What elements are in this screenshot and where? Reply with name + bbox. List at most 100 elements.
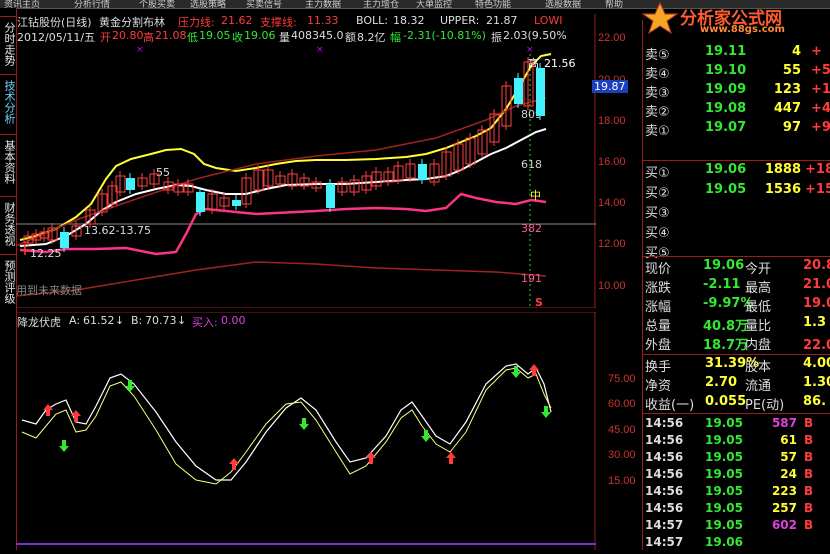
left-tab-bar: 分时走势技术分析基本资料财务透视预测评级 (0, 8, 17, 550)
buy-arrow-icon (229, 458, 239, 470)
tick-time: 14:56 (645, 450, 684, 464)
buy-arrow-icon (366, 452, 376, 464)
price-chart[interactable]: 809 618 382 191 中 55 13.62-13.75 12.25 高 21.56 用到未… (15, 14, 596, 329)
indicator-chart[interactable] (16, 311, 596, 550)
buy-label: 买入: (192, 316, 218, 329)
tick-price: 19.05 (705, 416, 743, 430)
tab-4[interactable]: 财务透视 (1, 202, 16, 246)
tick-volume: 602 (771, 518, 797, 532)
tab-1[interactable]: 分时走势 (1, 22, 16, 66)
menu-item[interactable]: 选股数据 (545, 0, 581, 8)
chart-annotation-fib_618: 618 (521, 158, 542, 171)
order-label: 卖③ (645, 86, 670, 101)
candle-body-down (326, 184, 335, 208)
tick-volume: 223 (771, 484, 797, 498)
upper-label: UPPER: (440, 14, 480, 27)
stats2-row: 换手31.39%股本4.00 (643, 356, 830, 375)
menu-item[interactable]: 选股策略 (190, 0, 226, 8)
menu-item[interactable]: 大单监控 (416, 0, 452, 8)
stats2-row: 收益(一) 0.055 PE(动) 86. (643, 394, 830, 413)
buy-arrow-icon (71, 410, 81, 422)
mark-x-icon: × (526, 45, 534, 55)
chart-annotation-fib_382: 382 (521, 222, 542, 235)
stat-label: 收益(一) (645, 398, 695, 413)
tick-volume: 24 (780, 467, 797, 481)
tick-side: B (804, 450, 814, 464)
a-label: A: (69, 314, 81, 327)
stats-row: 涨幅-9.97%最低19.0 (643, 296, 830, 315)
sell-arrow-icon (511, 366, 521, 378)
mark-x-icon: × (316, 45, 324, 55)
chart-annotation-future_label: 用到未来数据 (16, 283, 82, 297)
tick-side: B (804, 467, 814, 481)
tab-separator (0, 74, 16, 75)
menu-item[interactable]: 特色功能 (475, 0, 511, 8)
tick-time: 14:56 (645, 501, 684, 515)
menu-item[interactable]: 帮助 (605, 0, 623, 8)
order-price: 19.10 (705, 63, 747, 78)
tick-row: 14:56 19.05 61 B (643, 433, 830, 450)
boll-value: 18.32 (393, 14, 425, 27)
stats-row: 涨跌 -2.11 最高 21.0 (643, 277, 830, 296)
tab-5[interactable]: 预测评级 (1, 260, 16, 304)
tick-price: 19.05 (705, 433, 743, 447)
tick-time: 14:57 (645, 535, 684, 549)
tick-row: 14:56 19.05 223 B (643, 484, 830, 501)
price-axis-label: 14.00 (598, 197, 626, 210)
open-label: 开 (100, 31, 111, 44)
separator (643, 354, 830, 355)
candle-body-down (514, 78, 523, 104)
stat-label: 最低 (745, 300, 772, 315)
order-label: 买① (645, 166, 670, 181)
stat-value: 4.00 (803, 356, 830, 371)
stat-label: 换手 (645, 360, 672, 375)
buy-arrow-icon (446, 452, 456, 464)
stat-label: PE(动) (745, 398, 785, 413)
indicator-axis-label: 30.00 (608, 449, 636, 461)
tab-2[interactable]: 技术分析 (1, 80, 16, 124)
price-axis: 22.0020.0018.0016.0014.0012.0010.00 19.8… (592, 14, 642, 308)
tab-3[interactable]: 基本资料 (1, 140, 16, 184)
amp-label: 振 (491, 31, 502, 44)
stat-value: 22.0万 (803, 338, 830, 353)
chart-annotation-low_value: 12.25 (30, 247, 62, 260)
order-price: 19.08 (705, 101, 747, 116)
chart-annotation-range_label: 13.62-13.75 (84, 224, 151, 237)
stat-label: 最高 (745, 281, 772, 296)
stat-value: 86. (803, 394, 827, 409)
menu-item[interactable]: 个股买卖 (139, 0, 175, 8)
menu-item[interactable]: 买卖信号 (246, 0, 282, 8)
order-volume: 4 (791, 44, 801, 59)
stat-value: 21.0 (803, 277, 830, 292)
order-book-buy-row: 买① 19.06 1888 +188 (643, 162, 830, 181)
price-axis-label: 16.00 (598, 155, 626, 168)
pressure-label: 压力线: (178, 16, 215, 29)
order-label: 卖⑤ (645, 48, 670, 63)
indicator-axis-label: 15.00 (608, 474, 636, 487)
sell-arrow-icon (299, 418, 309, 430)
tick-time: 14:57 (645, 518, 684, 532)
indicator-axis-label: 75.00 (608, 372, 636, 385)
open-value: 20.80 (112, 29, 144, 42)
stat-value: 19.06 (703, 258, 745, 273)
stat-label: 股本 (745, 360, 772, 375)
high-label: 高 (143, 31, 154, 44)
quote-panel: 卖⑤19.114+卖④19.1055+5卖③19.09123+12卖②19.08… (642, 20, 830, 550)
tick-side: B (804, 433, 814, 447)
candle-body-down (418, 164, 427, 180)
candle-body-down (126, 178, 135, 190)
stat-label: 净资 (645, 379, 672, 394)
order-label: 卖② (645, 105, 670, 120)
tab-separator (0, 254, 16, 255)
tick-time: 14:56 (645, 484, 684, 498)
menu-item[interactable]: 主力数据 (305, 0, 341, 8)
price-axis-label: 10.00 (598, 279, 626, 292)
amount-label: 额 (345, 31, 356, 44)
stat-value: 1.30 (803, 375, 830, 390)
menu-item[interactable]: 主力增仓 (363, 0, 399, 8)
change-value: -2.31(-10.81%) (403, 29, 486, 42)
tick-row: 14:56 19.05 24 B (643, 467, 830, 484)
menu-item[interactable]: 分析行情 (74, 0, 110, 8)
order-change: +9 (811, 120, 830, 135)
pressure-value: 21.62 (221, 14, 253, 27)
